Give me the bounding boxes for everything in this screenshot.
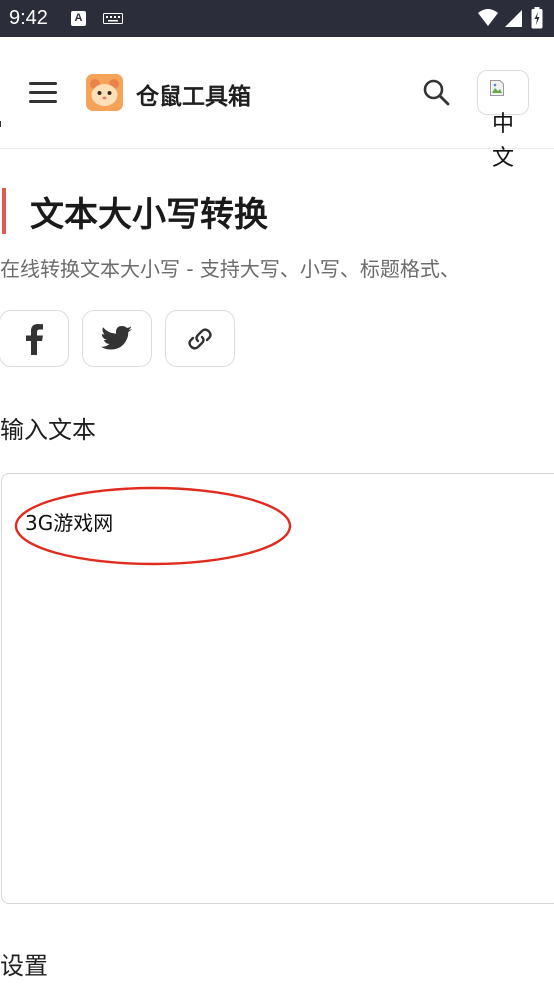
share-twitter-button[interactable] — [82, 310, 152, 367]
a-icon: A — [71, 11, 86, 26]
status-time: 9:42 — [9, 7, 48, 29]
page-description: 在线转换文本大小写 - 支持大写、小写、标题格式、 — [0, 257, 460, 281]
settings-label: 设置 — [0, 952, 48, 980]
keyboard-icon — [103, 13, 123, 24]
battery-icon — [531, 7, 543, 29]
wifi-icon — [478, 9, 498, 26]
hamster-logo-icon[interactable] — [86, 74, 123, 111]
broken-image-icon — [490, 80, 504, 96]
text-input[interactable]: 3G游戏网 — [1, 473, 554, 904]
twitter-icon — [101, 325, 132, 349]
menu-icon[interactable] — [29, 82, 57, 104]
share-facebook-button[interactable] — [0, 310, 69, 367]
page-title: 文本大小写转换 — [30, 195, 268, 235]
app-title[interactable]: 仓鼠工具箱 — [136, 77, 251, 111]
app-bar — [0, 37, 554, 149]
status-bar: 9:42 A — [0, 0, 554, 37]
link-icon — [188, 327, 212, 350]
search-icon[interactable] — [422, 78, 450, 106]
language-label[interactable]: 中文 — [489, 108, 517, 176]
signal-icon — [505, 10, 522, 27]
title-accent-bar — [2, 188, 6, 234]
divider — [0, 121, 1, 127]
input-label: 输入文本 — [0, 416, 96, 444]
share-link-button[interactable] — [165, 310, 235, 367]
facebook-icon — [26, 323, 43, 355]
